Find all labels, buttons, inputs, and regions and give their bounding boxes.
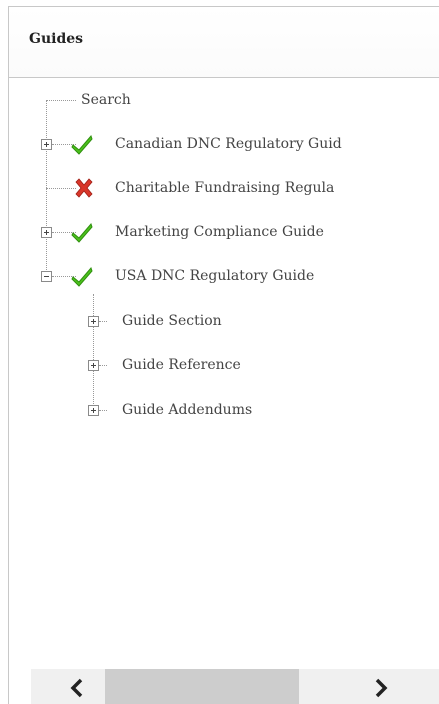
cross-icon	[75, 178, 93, 198]
tree-item-search[interactable]: Search	[81, 89, 131, 111]
tree-connector	[46, 100, 76, 101]
tree-item-label[interactable]: USA DNC Regulatory Guide	[115, 268, 314, 284]
check-icon	[71, 267, 93, 287]
tree-child-item[interactable]: Guide Reference	[122, 354, 241, 376]
expand-toggle[interactable]	[88, 360, 99, 371]
horizontal-scrollbar[interactable]	[31, 669, 439, 704]
tree-item-label[interactable]: Charitable Fundraising Regula	[115, 180, 334, 196]
chevron-left-icon[interactable]	[67, 677, 89, 699]
tree-child-item[interactable]: Guide Addendums	[122, 399, 252, 421]
expand-toggle[interactable]	[41, 139, 52, 150]
tree-connector	[99, 410, 107, 411]
tree-item[interactable]: Marketing Compliance Guide	[115, 221, 324, 243]
tree-item[interactable]: USA DNC Regulatory Guide	[115, 265, 314, 287]
check-icon	[71, 135, 93, 155]
check-icon	[71, 223, 93, 243]
collapse-toggle[interactable]	[41, 271, 52, 282]
tree-item[interactable]: Canadian DNC Regulatory Guid	[115, 133, 342, 155]
tree-item-label[interactable]: Guide Reference	[122, 357, 241, 373]
guides-panel: Guides Search Canadian DNC Regulatory Gu…	[8, 6, 439, 704]
tree-item-label[interactable]: Guide Section	[122, 313, 222, 329]
tree-item-label[interactable]: Canadian DNC Regulatory Guid	[115, 136, 342, 152]
tree-connector	[93, 294, 94, 412]
expand-toggle[interactable]	[88, 316, 99, 327]
tree-item-label[interactable]: Guide Addendums	[122, 402, 252, 418]
tree-connector	[99, 321, 107, 322]
tree-child-item[interactable]: Guide Section	[122, 310, 222, 332]
tree-connector	[46, 188, 76, 189]
tree-connector	[99, 365, 107, 366]
guides-tree: Search Canadian DNC Regulatory Guid Char…	[9, 78, 439, 704]
panel-title: Guides	[29, 31, 84, 47]
expand-toggle[interactable]	[88, 405, 99, 416]
expand-toggle[interactable]	[41, 227, 52, 238]
chevron-right-icon[interactable]	[369, 677, 391, 699]
tree-item-label[interactable]: Search	[81, 92, 131, 108]
panel-header: Guides	[9, 7, 439, 78]
tree-item-label[interactable]: Marketing Compliance Guide	[115, 224, 324, 240]
tree-item[interactable]: Charitable Fundraising Regula	[115, 177, 334, 199]
scrollbar-thumb[interactable]	[105, 669, 299, 704]
